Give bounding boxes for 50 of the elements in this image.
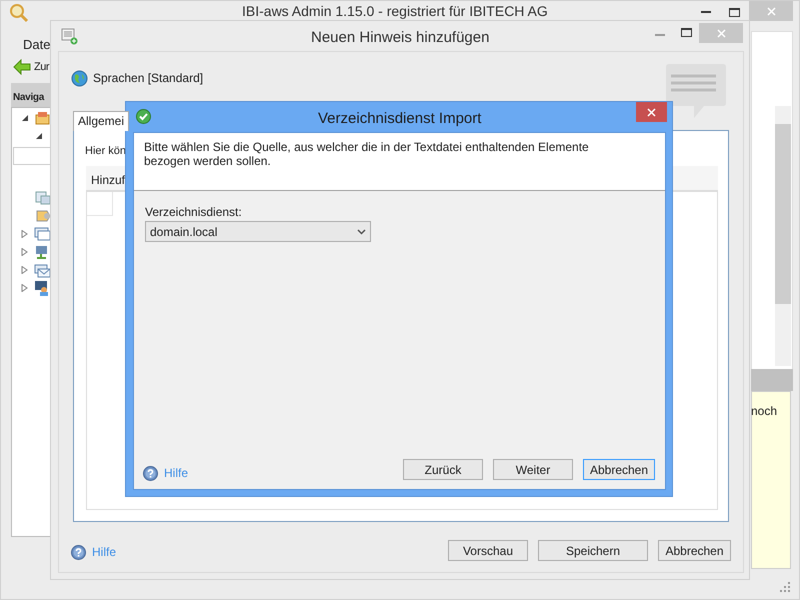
- navigation-title: Naviga: [13, 91, 44, 105]
- intro-text: Hier kön: [85, 144, 126, 159]
- column-header: Hinzuf: [91, 172, 126, 189]
- maximize-icon[interactable]: [729, 8, 740, 17]
- close-icon: [766, 6, 776, 16]
- toolbar-button[interactable]: Zur: [34, 59, 49, 76]
- expand-icon[interactable]: [21, 284, 29, 292]
- globe-icon: [71, 70, 88, 86]
- app-icon: [9, 3, 29, 23]
- tree-node-icon[interactable]: [34, 226, 51, 242]
- dialog-button[interactable]: Abbrechen: [583, 459, 655, 480]
- scrollbar-thumb[interactable]: [775, 124, 791, 304]
- tree-node-icon[interactable]: [34, 110, 51, 126]
- back-arrow-icon[interactable]: [13, 59, 31, 76]
- tree-node-icon[interactable]: [34, 280, 51, 296]
- maximize-icon[interactable]: [681, 28, 692, 37]
- expand-icon[interactable]: [21, 266, 29, 274]
- tree-node-icon[interactable]: [34, 262, 51, 278]
- tree-node-icon[interactable]: [35, 190, 51, 206]
- dialog-title: Neuen Hinweis hinzufügen: [311, 28, 490, 48]
- scrollbar[interactable]: [775, 106, 791, 366]
- minimize-icon[interactable]: [701, 10, 711, 13]
- close-button[interactable]: [636, 102, 667, 122]
- dialog-button[interactable]: Zurück: [403, 459, 483, 480]
- dialog-button[interactable]: Speichern: [538, 540, 648, 561]
- note-text: noch: [751, 403, 778, 420]
- expand-icon[interactable]: [21, 230, 29, 238]
- field-label: Verzeichnisdienst:: [145, 204, 242, 221]
- dialog-button[interactable]: Weiter: [493, 459, 573, 480]
- note-add-icon: [61, 28, 78, 45]
- panel-header: [751, 369, 793, 391]
- dialog-button[interactable]: Vorschau: [448, 540, 528, 561]
- section-label: Sprachen [Standard]: [93, 70, 204, 87]
- directory-select[interactable]: domain.local: [145, 221, 371, 242]
- close-icon: [647, 108, 656, 116]
- help-icon: [143, 466, 158, 480]
- check-icon: [136, 109, 151, 124]
- collapse-icon[interactable]: [21, 114, 29, 122]
- help-icon: [71, 544, 86, 560]
- close-icon: [716, 28, 726, 38]
- tab[interactable]: Allgemei: [73, 111, 130, 131]
- dialog-button[interactable]: Abbrechen: [658, 540, 731, 561]
- collapse-icon[interactable]: [35, 132, 43, 140]
- tree-node-icon[interactable]: [35, 208, 51, 224]
- window-title: IBI-aws Admin 1.15.0 - registriert für IBITECH AG: [242, 2, 548, 20]
- dialog-title: Verzeichnisdienst Import: [318, 109, 482, 129]
- resize-grip-icon[interactable]: [779, 581, 791, 593]
- filter-field[interactable]: [13, 147, 51, 165]
- expand-icon[interactable]: [21, 248, 29, 256]
- description-text: Bitte wählen Sie die Quelle, aus welcher die in der Textdatei enthaltenden Elemente bezogen werden sollen.: [144, 140, 590, 168]
